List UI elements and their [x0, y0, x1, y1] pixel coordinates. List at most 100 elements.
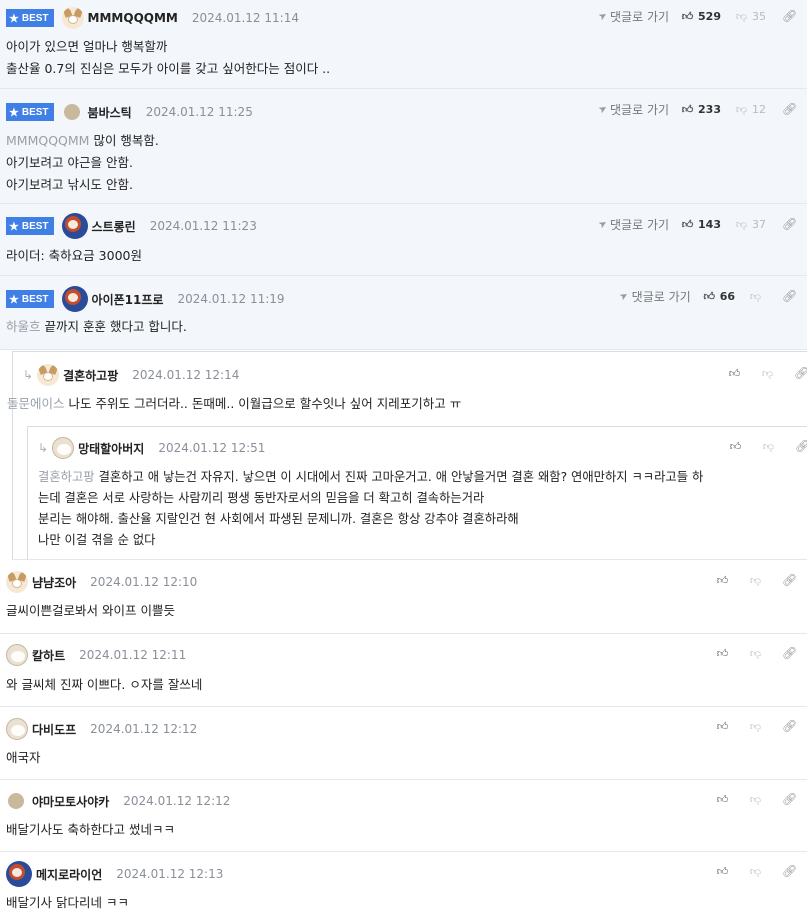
thumbs-up-icon: 👍︎ — [729, 439, 742, 453]
star-icon: ★ — [9, 12, 19, 25]
downvote-button[interactable]: 👎︎ — [761, 367, 778, 380]
downvote-button[interactable]: 👎︎ — [762, 440, 779, 453]
thumbs-down-icon: 👎︎ — [749, 646, 762, 660]
downvote-button[interactable]: 👎︎ — [749, 720, 766, 733]
upvote-button[interactable]: 👍︎ — [728, 367, 745, 380]
thumbs-up-icon: 👍︎ — [681, 9, 694, 23]
link-icon[interactable]: 🔗︎ — [782, 217, 797, 231]
upvote-button[interactable]: 👍︎ — [729, 440, 746, 453]
thumbs-up-icon: 👍︎ — [716, 719, 729, 733]
comment-author[interactable]: 스트롱린 — [92, 218, 136, 235]
link-icon[interactable]: 🔗︎ — [782, 102, 797, 116]
upvote-button[interactable]: 👍︎ — [716, 720, 733, 733]
comment-body: 배달기사 닭다리네 ㅋㅋ — [6, 895, 129, 910]
link-icon[interactable]: 🔗︎ — [782, 864, 797, 878]
thumbs-down-icon: 👎︎ — [749, 289, 762, 303]
reply-arrow-icon: ↳ — [23, 368, 34, 382]
best-badge: ★ BEST — [6, 217, 54, 235]
mention[interactable]: 하울흐 — [6, 319, 41, 334]
comment-author[interactable]: MMMQQQMM — [88, 11, 178, 25]
comment-body: 결혼하고팡 결혼하고 애 낳는건 자유지. 낳으면 이 시대에서 진짜 고마운거고… — [38, 470, 704, 547]
upvote-button[interactable]: 👍︎ 143 — [681, 218, 721, 231]
comment-date: 2024.01.12 11:19 — [177, 292, 285, 306]
comment-date: 2024.01.12 12:11 — [79, 648, 187, 662]
thumbs-down-icon: 👎︎ — [761, 366, 774, 380]
link-icon[interactable]: 🔗︎ — [782, 792, 797, 806]
comment-date: 2024.01.12 12:12 — [123, 794, 231, 808]
goto-reply-link[interactable]: ➤ 댓글로 가기 — [596, 8, 669, 25]
link-icon[interactable]: 🔗︎ — [782, 573, 797, 587]
comment-author[interactable]: 아이폰11프로 — [92, 291, 164, 308]
comment-author[interactable]: 칼하트 — [32, 647, 65, 664]
send-arrow-icon: ➤ — [618, 289, 631, 303]
mention[interactable]: 돌문에이스 — [7, 396, 65, 411]
thumbs-down-icon: 👎︎ — [762, 439, 775, 453]
upvote-button[interactable]: 👍︎ 233 — [681, 103, 721, 116]
link-icon[interactable]: 🔗︎ — [794, 366, 807, 380]
avatar[interactable] — [6, 861, 32, 887]
thumbs-down-icon: 👎︎ — [749, 573, 762, 587]
comment-item: 다비도프 2024.01.12 12:12 👍︎ 👎︎ 🔗︎ 애국자 — [0, 707, 807, 780]
upvote-button[interactable]: 👍︎ — [716, 793, 733, 806]
avatar[interactable] — [6, 571, 28, 593]
downvote-button[interactable]: 👎︎ — [749, 290, 766, 303]
thumbs-down-icon: 👎︎ — [735, 217, 748, 231]
avatar[interactable] — [61, 286, 88, 312]
comment-author[interactable]: 붐바스틱 — [88, 104, 132, 121]
avatar[interactable] — [61, 213, 88, 239]
best-badge: ★ BEST — [6, 290, 54, 308]
downvote-button[interactable]: 👎︎ — [749, 574, 766, 587]
comment-author[interactable]: 다비도프 — [32, 721, 76, 738]
upvote-button[interactable]: 👍︎ 529 — [681, 10, 721, 23]
goto-reply-link[interactable]: ➤ 댓글로 가기 — [596, 216, 669, 233]
downvote-button[interactable]: 👎︎ — [749, 647, 766, 660]
link-icon[interactable]: 🔗︎ — [782, 9, 797, 23]
downvote-button[interactable]: 👎︎ 35 — [735, 10, 766, 23]
avatar[interactable] — [52, 437, 75, 459]
comment-item: 야마모토사야카 2024.01.12 12:12 👍︎ 👎︎ 🔗︎ 배달기사도 … — [0, 780, 807, 852]
thumbs-down-icon: 👎︎ — [735, 102, 748, 116]
thumbs-up-icon: 👍︎ — [681, 102, 694, 116]
downvote-button[interactable]: 👎︎ — [749, 865, 766, 878]
best-badge: ★ BEST — [6, 9, 54, 27]
reply-arrow-icon: ↳ — [38, 441, 49, 455]
thumbs-up-icon: 👍︎ — [716, 646, 729, 660]
upvote-button[interactable]: 👍︎ — [716, 647, 733, 660]
avatar[interactable] — [6, 644, 28, 666]
mention[interactable]: 결혼하고팡 — [38, 470, 95, 484]
avatar[interactable] — [37, 364, 60, 386]
avatar[interactable] — [63, 104, 80, 120]
comment-author[interactable]: 망태할아버지 — [78, 440, 144, 457]
comment-author[interactable]: 야마모토사야카 — [32, 793, 109, 810]
comment-item: 메지로라이언 2024.01.12 12:13 👍︎ 👎︎ 🔗︎ 배달기사 닭다… — [0, 852, 807, 921]
comment-author[interactable]: 메지로라이언 — [36, 866, 102, 883]
link-icon[interactable]: 🔗︎ — [782, 289, 797, 303]
mention[interactable]: MMMQQQMM — [6, 133, 89, 148]
avatar[interactable] — [8, 793, 24, 809]
thumbs-up-icon: 👍︎ — [703, 289, 715, 303]
upvote-button[interactable]: 👍︎ 66 — [703, 290, 735, 303]
reply-thread: ↳ 결혼하고팡 2024.01.12 12:14 👍︎ 👎︎ 🔗︎ 돌문에이스 나… — [7, 351, 807, 560]
goto-reply-link[interactable]: ➤ 댓글로 가기 — [618, 288, 691, 305]
link-icon[interactable]: 🔗︎ — [795, 439, 807, 453]
comment-item: 냠냠조아 2024.01.12 12:10 👍︎ 👎︎ 🔗︎ 글씨이쁜걸로봐서 … — [0, 561, 807, 634]
upvote-button[interactable]: 👍︎ — [716, 574, 733, 587]
downvote-button[interactable]: 👎︎ — [749, 793, 766, 806]
comment-list: ★ BEST MMMQQQMM 2024.01.12 11:14 ➤ 댓글로 가기 … — [0, 0, 807, 921]
link-icon[interactable]: 🔗︎ — [782, 646, 797, 660]
comment-author[interactable]: 결혼하고팡 — [63, 367, 118, 384]
goto-reply-link[interactable]: ➤ 댓글로 가기 — [596, 101, 669, 118]
downvote-button[interactable]: 👎︎ 37 — [735, 218, 766, 231]
upvote-count: 66 — [719, 289, 735, 303]
upvote-count: 143 — [698, 217, 721, 231]
thumbs-up-icon: 👍︎ — [681, 217, 694, 231]
comment-date: 2024.01.12 12:10 — [90, 575, 198, 589]
link-icon[interactable]: 🔗︎ — [782, 719, 797, 733]
comment-author[interactable]: 냠냠조아 — [32, 574, 76, 591]
thumbs-up-icon: 👍︎ — [716, 792, 729, 806]
upvote-button[interactable]: 👍︎ — [716, 865, 733, 878]
comment-body: 라이더: 축하요금 3000원 — [6, 248, 142, 263]
downvote-button[interactable]: 👎︎ 12 — [735, 103, 766, 116]
avatar[interactable] — [6, 718, 28, 740]
avatar[interactable] — [61, 7, 84, 29]
